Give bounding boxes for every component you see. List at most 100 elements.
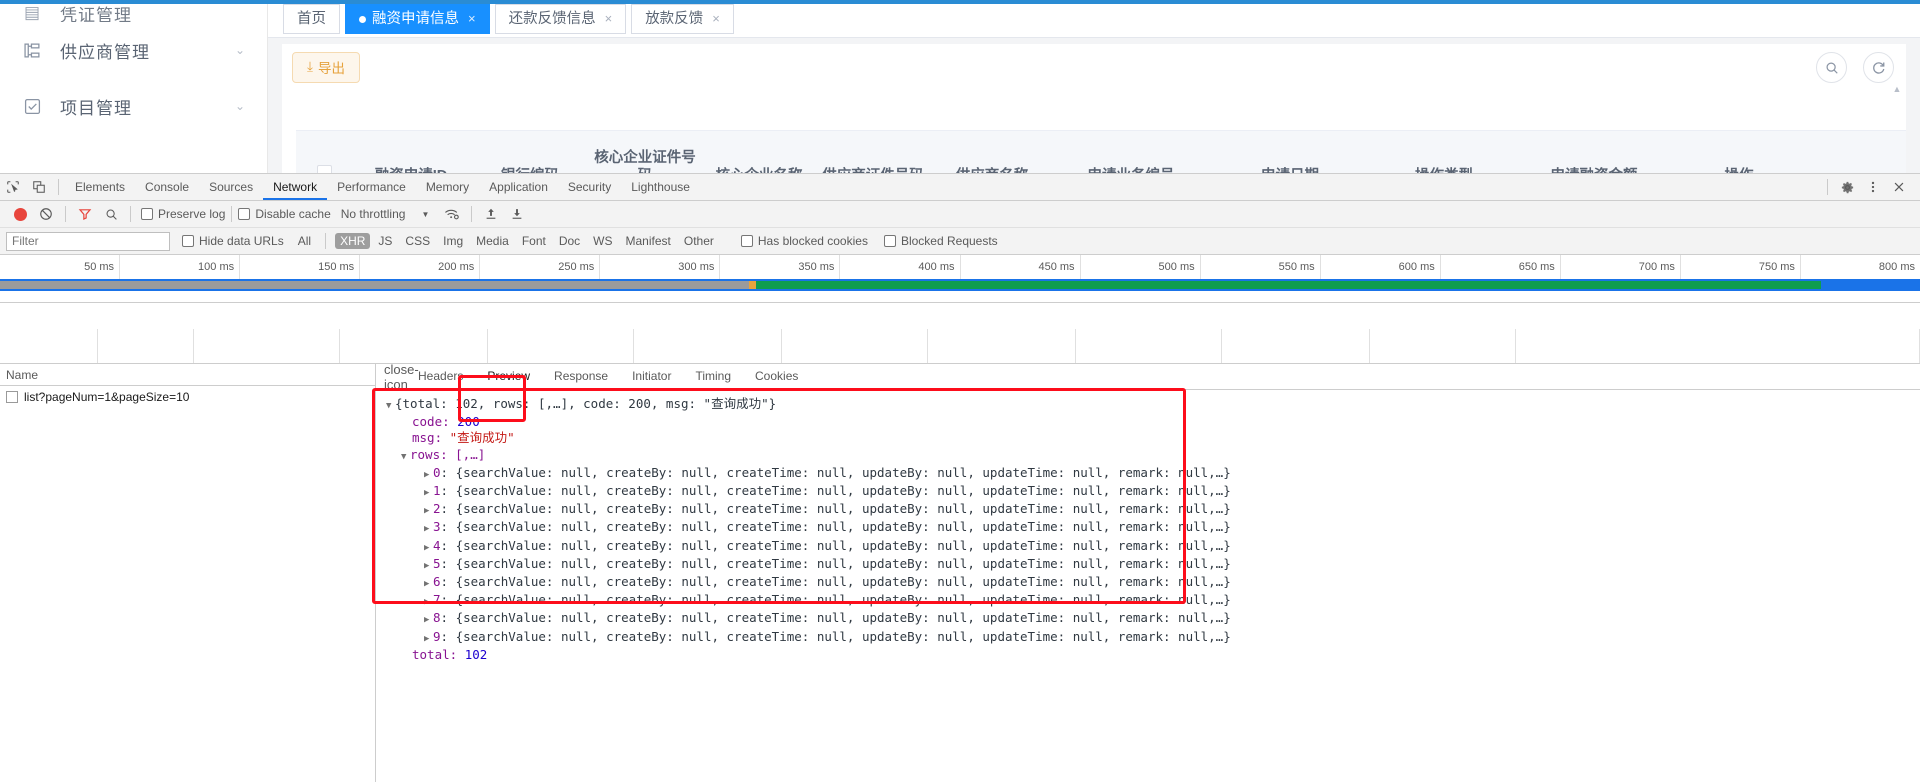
tab-home[interactable]: 首页 [283, 4, 340, 34]
expand-triangle-icon-4[interactable]: ▶ [424, 540, 433, 556]
network-overview-timeline[interactable]: 50 ms 100 ms 150 ms 200 ms 250 ms 300 ms… [0, 255, 1920, 303]
json-row-item-3[interactable]: ▶ 3: {searchValue: null, createBy: null, … [386, 519, 1920, 537]
settings-gear-icon[interactable] [1834, 174, 1860, 201]
tab-sources[interactable]: Sources [199, 174, 263, 200]
table-header-operation[interactable]: 操作 [1674, 131, 1804, 173]
expand-triangle-icon-8[interactable]: ▶ [424, 612, 433, 628]
json-root-row[interactable]: ▼ {total: 102, rows: [,…], code: 200, msg… [386, 396, 1920, 414]
expand-triangle-icon-0[interactable]: ▶ [424, 467, 433, 483]
detail-tab-response[interactable]: Response [542, 364, 620, 390]
tab-application[interactable]: Application [479, 174, 558, 200]
tab-close-icon-loan[interactable]: × [712, 5, 720, 33]
filter-type-ws[interactable]: WS [588, 233, 617, 249]
table-header-core-enterprise-cert-no[interactable]: 核心企业证件号码 [590, 131, 700, 173]
tab-close-icon-repayment[interactable]: × [605, 5, 613, 33]
tab-repayment-feedback[interactable]: 还款反馈信息 × [494, 4, 627, 34]
json-row-item-9[interactable]: ▶ 9: {searchValue: null, createBy: null, … [386, 629, 1920, 647]
blocked-requests-checkbox-row[interactable]: Blocked Requests [883, 234, 998, 248]
preserve-log-checkbox[interactable] [141, 208, 153, 220]
search-icon-button[interactable] [1816, 52, 1847, 83]
filter-type-media[interactable]: Media [471, 233, 514, 249]
refresh-icon-button[interactable] [1863, 52, 1894, 83]
json-row-item-0[interactable]: ▶ 0: {searchValue: null, createBy: null, … [386, 465, 1920, 483]
json-rows-row[interactable]: ▼ rows: [,…] [386, 447, 1920, 465]
select-all-checkbox[interactable] [316, 165, 332, 173]
json-row-item-1[interactable]: ▶ 1: {searchValue: null, createBy: null, … [386, 483, 1920, 501]
json-row-item-7[interactable]: ▶ 7: {searchValue: null, createBy: null, … [386, 592, 1920, 610]
disable-cache-checkbox[interactable] [238, 208, 251, 220]
blocked-requests-checkbox[interactable] [883, 235, 896, 247]
export-har-icon[interactable] [504, 201, 530, 228]
table-header-financing-id[interactable]: 融资申请ID [352, 131, 470, 173]
table-header-select-all[interactable] [296, 131, 352, 173]
sidebar-item-project-management[interactable]: 项目管理 ⌄ [0, 78, 267, 134]
expand-triangle-icon-rows[interactable]: ▼ [401, 449, 410, 465]
detail-tab-initiator[interactable]: Initiator [620, 364, 683, 390]
close-icon[interactable]: close-icon [384, 362, 419, 392]
network-conditions-icon[interactable] [439, 201, 465, 228]
filter-type-all[interactable]: All [293, 233, 316, 249]
export-button[interactable]: ⤓ 导出 [292, 51, 360, 83]
tab-performance[interactable]: Performance [327, 174, 416, 200]
request-row-list[interactable]: list?pageNum=1&pageSize=10 [0, 386, 375, 408]
json-row-item-8[interactable]: ▶ 8: {searchValue: null, createBy: null, … [386, 610, 1920, 628]
table-header-core-enterprise-name[interactable]: 核心企业名称 [700, 131, 818, 173]
preserve-log-checkbox-row[interactable]: Preserve log [141, 207, 225, 221]
has-blocked-cookies-checkbox-row[interactable]: Has blocked cookies [740, 234, 868, 248]
tab-network[interactable]: Network [263, 174, 328, 200]
table-header-apply-date[interactable]: 申请日期 [1206, 131, 1374, 173]
table-header-apply-amount[interactable]: 申请融资金额 [1514, 131, 1674, 173]
table-header-bank-code[interactable]: 银行编码 [470, 131, 590, 173]
record-stop-icon[interactable] [7, 201, 33, 228]
filter-type-css[interactable]: CSS [400, 233, 435, 249]
filter-funnel-icon[interactable] [72, 201, 98, 228]
table-header-supplier-name[interactable]: 供应商名称 [928, 131, 1056, 173]
json-row-item-4[interactable]: ▶ 4: {searchValue: null, createBy: null, … [386, 538, 1920, 556]
json-row-item-5[interactable]: ▶ 5: {searchValue: null, createBy: null, … [386, 556, 1920, 574]
expand-triangle-icon-root[interactable]: ▼ [386, 398, 395, 414]
throttling-dropdown[interactable]: No throttling ▼ [341, 207, 430, 221]
tab-elements[interactable]: Elements [65, 174, 135, 200]
detail-tab-timing[interactable]: Timing [683, 364, 743, 390]
hide-data-urls-checkbox[interactable] [182, 235, 194, 247]
json-row-item-2[interactable]: ▶ 2: {searchValue: null, createBy: null, … [386, 501, 1920, 519]
more-vertical-icon[interactable] [1860, 174, 1886, 201]
expand-triangle-icon-1[interactable]: ▶ [424, 485, 433, 501]
filter-input[interactable] [6, 231, 170, 251]
table-header-business-no[interactable]: 申请业务编号 [1056, 131, 1206, 173]
expand-triangle-icon-3[interactable]: ▶ [424, 521, 433, 537]
detail-tab-headers[interactable]: Headers [406, 364, 475, 390]
tab-lighthouse[interactable]: Lighthouse [621, 174, 700, 200]
detail-tab-preview[interactable]: Preview [475, 364, 543, 390]
scroll-up-arrow-icon[interactable]: ▲ [1891, 84, 1903, 94]
json-row-item-6[interactable]: ▶ 6: {searchValue: null, createBy: null, … [386, 574, 1920, 592]
filter-type-font[interactable]: Font [517, 233, 551, 249]
clear-icon[interactable] [33, 201, 59, 228]
tab-loan-feedback[interactable]: 放款反馈 × [631, 4, 734, 34]
inspect-element-icon[interactable] [0, 174, 26, 201]
search-icon[interactable] [98, 201, 124, 228]
expand-triangle-icon-7[interactable]: ▶ [424, 594, 433, 610]
disable-cache-checkbox-row[interactable]: Disable cache [238, 207, 331, 221]
filter-type-js[interactable]: JS [373, 233, 397, 249]
table-header-supplier-cert-no[interactable]: 供应商证件号码 [818, 131, 928, 173]
tab-close-icon-financing[interactable]: × [468, 5, 476, 33]
table-header-operation-type[interactable]: 操作类型 [1374, 131, 1514, 173]
sidebar-item-0[interactable]: ▤ 凭证管理 [0, 4, 267, 22]
detail-tab-cookies[interactable]: Cookies [743, 364, 810, 390]
import-har-icon[interactable] [478, 201, 504, 228]
filter-type-other[interactable]: Other [679, 233, 719, 249]
expand-triangle-icon-6[interactable]: ▶ [424, 576, 433, 592]
tab-console[interactable]: Console [135, 174, 199, 200]
sidebar-item-supplier-management[interactable]: 供应商管理 ⌄ [0, 22, 267, 78]
expand-triangle-icon-5[interactable]: ▶ [424, 558, 433, 574]
close-icon[interactable] [1886, 174, 1912, 201]
filter-type-doc[interactable]: Doc [554, 233, 585, 249]
expand-triangle-icon-2[interactable]: ▶ [424, 503, 433, 519]
filter-type-img[interactable]: Img [438, 233, 468, 249]
has-blocked-cookies-checkbox[interactable] [740, 235, 753, 247]
device-toolbar-icon[interactable] [26, 174, 52, 201]
filter-type-xhr[interactable]: XHR [335, 233, 371, 249]
tab-financing-application[interactable]: 融资申请信息 × [345, 4, 490, 34]
request-list-header[interactable]: Name [0, 364, 375, 386]
